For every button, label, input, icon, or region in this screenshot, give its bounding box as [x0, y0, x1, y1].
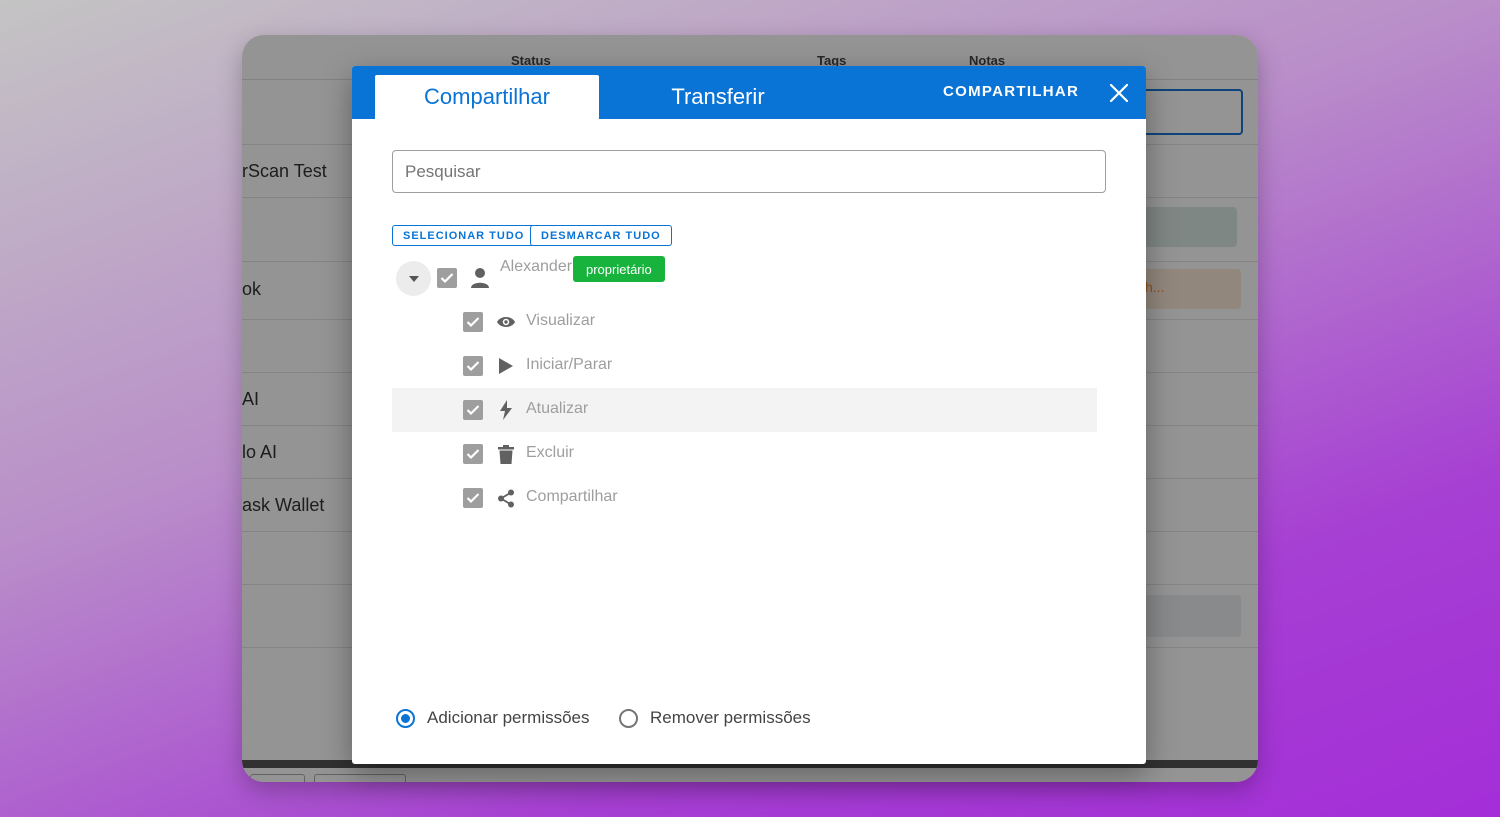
user-name: Alexander: [500, 258, 573, 275]
permission-label: Iniciar/Parar: [526, 356, 613, 373]
permission-checkbox[interactable]: [463, 356, 483, 376]
permission-row-excluir[interactable]: Excluir: [392, 432, 1097, 476]
close-icon[interactable]: [1108, 82, 1130, 104]
user-icon: [470, 267, 490, 289]
permission-row-compartilhar[interactable]: Compartilhar: [392, 476, 1097, 520]
select-all-button[interactable]: SELECIONAR TUDO: [392, 225, 536, 246]
play-icon: [496, 356, 516, 376]
radio-label: Adicionar permissões: [427, 708, 590, 727]
radio-add-permissions[interactable]: Adicionar permissões: [396, 708, 590, 728]
permission-label: Compartilhar: [526, 488, 618, 505]
deselect-all-button[interactable]: DESMARCAR TUDO: [530, 225, 672, 246]
permission-checkbox[interactable]: [463, 444, 483, 464]
permission-row-atualizar[interactable]: Atualizar: [392, 388, 1097, 432]
radio-label: Remover permissões: [650, 708, 811, 727]
search-input[interactable]: [392, 150, 1106, 193]
share-icon: [496, 488, 516, 508]
radio-button[interactable]: [396, 708, 415, 728]
permission-row-visualizar[interactable]: Visualizar: [392, 300, 1097, 344]
trash-icon: [496, 444, 516, 464]
permission-label: Atualizar: [526, 400, 589, 417]
eye-icon: [496, 312, 516, 332]
compartilhar-button[interactable]: COMPARTILHAR: [943, 83, 1079, 100]
user-checkbox[interactable]: [437, 268, 457, 288]
radio-remove-permissions[interactable]: Remover permissões: [619, 708, 811, 728]
permission-checkbox[interactable]: [463, 312, 483, 332]
permission-label: Visualizar: [526, 312, 596, 329]
radio-button[interactable]: [619, 708, 638, 728]
permission-row-iniciar-parar[interactable]: Iniciar/Parar: [392, 344, 1097, 388]
permission-checkbox[interactable]: [463, 488, 483, 508]
dialog-header: Compartilhar Transferir COMPARTILHAR: [352, 66, 1146, 119]
tab-transferir[interactable]: Transferir: [606, 75, 830, 119]
tab-compartilhar[interactable]: Compartilhar: [375, 75, 599, 119]
owner-badge: proprietário: [573, 256, 665, 282]
permission-checkbox[interactable]: [463, 400, 483, 420]
permission-label: Excluir: [526, 444, 575, 461]
caret-down-icon: [408, 270, 420, 288]
expand-toggle[interactable]: [396, 261, 431, 296]
share-dialog: Compartilhar Transferir COMPARTILHAR SEL…: [352, 66, 1146, 764]
bolt-icon: [496, 400, 516, 420]
